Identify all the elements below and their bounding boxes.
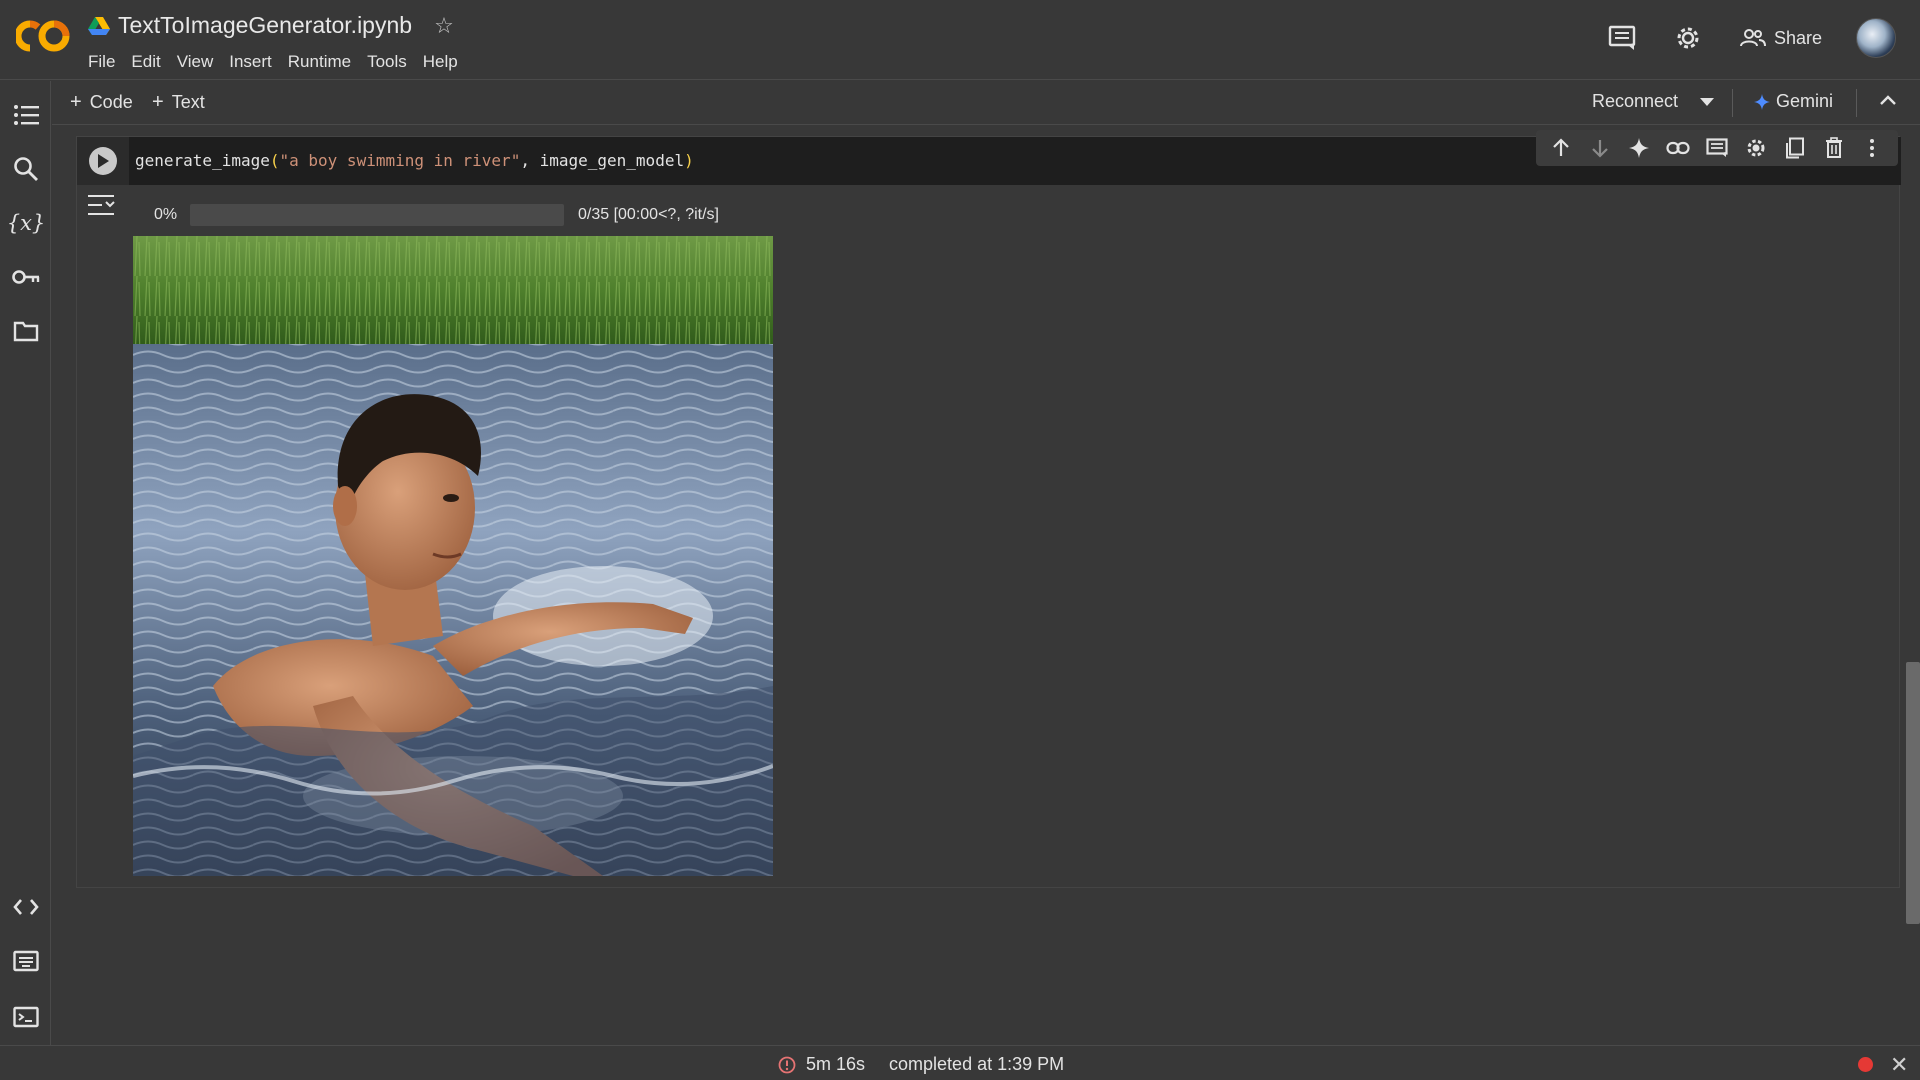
error-circle-icon: [778, 1056, 796, 1073]
progress-bar: [190, 204, 564, 226]
share-label: Share: [1773, 27, 1822, 48]
terminal-icon[interactable]: [12, 1003, 40, 1031]
user-avatar[interactable]: [1856, 18, 1896, 58]
run-cell-button[interactable]: [89, 147, 117, 175]
collapse-header-button[interactable]: [1876, 89, 1900, 118]
add-code-label: Code: [89, 92, 133, 112]
vertical-scrollbar[interactable]: [1906, 662, 1920, 924]
menu-view[interactable]: View: [169, 52, 222, 72]
left-sidebar: {x}: [0, 81, 51, 1045]
comment-icon[interactable]: [1703, 134, 1731, 162]
google-drive-icon: [88, 16, 110, 35]
menu-insert[interactable]: Insert: [221, 52, 280, 72]
doc-title-row: TextToImageGenerator.ipynb ☆: [88, 12, 454, 39]
dropdown-caret-icon[interactable]: [1700, 97, 1715, 107]
plus-icon: +: [152, 91, 164, 113]
output-toggle-icon[interactable]: [86, 192, 116, 220]
code-separator: ,: [520, 151, 540, 170]
generated-image: [133, 236, 773, 876]
toolbar-divider: [1856, 89, 1857, 117]
secrets-key-icon[interactable]: [12, 263, 40, 291]
reconnect-button[interactable]: Reconnect: [1592, 91, 1715, 112]
plus-icon: +: [70, 91, 82, 113]
elapsed-time: 5m 16s: [806, 1054, 866, 1074]
menu-tools[interactable]: Tools: [359, 52, 415, 72]
code-string-literal: "a boy swimming in river": [279, 151, 521, 170]
top-header: TextToImageGenerator.ipynb ☆ File Edit V…: [0, 0, 1920, 80]
menu-edit[interactable]: Edit: [123, 52, 168, 72]
code-paren-close: ): [684, 151, 694, 170]
menu-bar: File Edit View Insert Runtime Tools Help: [88, 52, 466, 72]
mirror-cell-icon[interactable]: [1781, 134, 1809, 162]
settings-gear-icon[interactable]: [1672, 22, 1704, 54]
arrow-up-icon[interactable]: [1547, 134, 1575, 162]
star-icon[interactable]: ☆: [434, 13, 454, 39]
colab-logo[interactable]: [16, 18, 72, 54]
code-argument: image_gen_model: [539, 151, 685, 170]
play-icon: [98, 154, 109, 168]
command-palette-icon[interactable]: [12, 947, 40, 975]
notebook-toolbar: + Code + Text Reconnect Gemini: [52, 81, 1920, 125]
code-function-name: generate_image: [135, 151, 270, 170]
settings-icon[interactable]: [1742, 134, 1770, 162]
variables-icon[interactable]: {x}: [7, 209, 46, 237]
menu-help[interactable]: Help: [415, 52, 466, 72]
menu-runtime[interactable]: Runtime: [280, 52, 359, 72]
header-actions: Share: [1606, 18, 1896, 58]
gemini-label: Gemini: [1776, 91, 1834, 111]
gemini-sparkle-icon[interactable]: [1625, 134, 1653, 162]
table-of-contents-icon[interactable]: [12, 101, 40, 129]
run-gutter: [77, 137, 129, 185]
people-icon: [1739, 29, 1766, 47]
toolbar-divider: [1732, 89, 1733, 117]
close-icon[interactable]: ✕: [1890, 1052, 1908, 1078]
progress-stats: 0/35 [00:00<?, ?it/s]: [578, 206, 719, 223]
link-icon[interactable]: [1664, 134, 1692, 162]
code-snippets-icon[interactable]: [12, 893, 40, 921]
arrow-down-icon[interactable]: [1586, 134, 1614, 162]
gemini-sparkle-icon: [1754, 93, 1770, 110]
more-vert-icon[interactable]: [1858, 134, 1886, 162]
comments-icon[interactable]: [1606, 22, 1638, 54]
progress-percent: 0%: [154, 206, 178, 223]
folder-icon[interactable]: [12, 317, 40, 345]
notebook-title[interactable]: TextToImageGenerator.ipynb: [118, 12, 412, 39]
code-paren-open: (: [269, 151, 280, 170]
status-bar: 5m 16s completed at 1:39 PM ✕: [0, 1045, 1920, 1080]
menu-file[interactable]: File: [88, 52, 123, 72]
gemini-button[interactable]: Gemini: [1754, 91, 1833, 112]
add-code-cell-button[interactable]: + Code: [70, 91, 133, 114]
delete-icon[interactable]: [1820, 134, 1848, 162]
colab-notebook-window: TextToImageGenerator.ipynb ☆ File Edit V…: [0, 0, 1920, 1080]
add-text-cell-button[interactable]: + Text: [152, 91, 205, 114]
cell-toolbar: [1536, 130, 1898, 166]
add-text-label: Text: [171, 92, 205, 112]
code-line[interactable]: generate_image("a boy swimming in river"…: [135, 151, 694, 170]
execution-status[interactable]: 5m 16s completed at 1:39 PM: [778, 1054, 1064, 1075]
search-icon[interactable]: [12, 155, 40, 183]
completed-time: completed at 1:39 PM: [889, 1054, 1065, 1074]
recording-dot-icon[interactable]: [1858, 1057, 1873, 1072]
progress-bar-row: 0% 0/35 [00:00<?, ?it/s]: [154, 204, 719, 226]
chevron-up-icon: [1880, 95, 1896, 105]
reconnect-label: Reconnect: [1592, 91, 1679, 111]
share-button[interactable]: Share: [1739, 27, 1822, 49]
